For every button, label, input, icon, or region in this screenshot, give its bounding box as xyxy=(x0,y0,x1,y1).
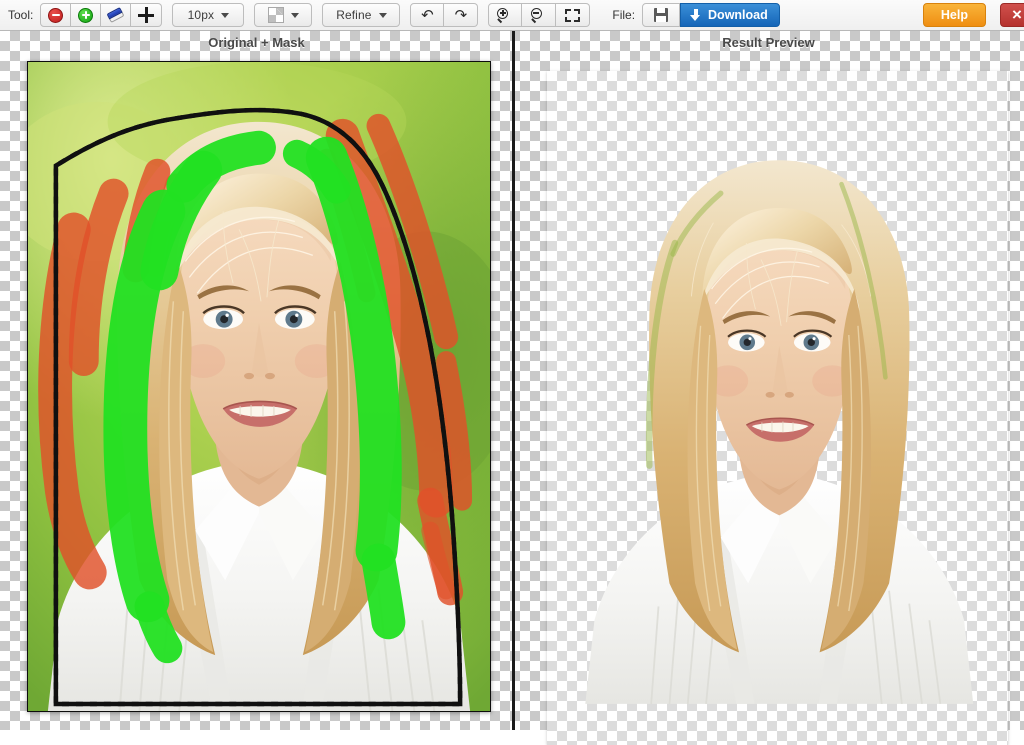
zoom-in-button[interactable] xyxy=(488,3,523,27)
undo-button[interactable]: ↶ xyxy=(410,3,445,27)
mask-overlay xyxy=(38,62,473,707)
close-button[interactable]: × xyxy=(1000,3,1024,27)
download-button[interactable]: Download xyxy=(680,3,780,27)
help-button[interactable]: Help xyxy=(922,3,986,27)
fit-to-screen-icon xyxy=(565,8,581,22)
eraser-icon xyxy=(106,7,125,23)
include-brush-button[interactable] xyxy=(71,3,102,27)
zoom-out-button[interactable] xyxy=(522,3,557,27)
redo-button[interactable]: ↷ xyxy=(444,3,479,27)
chevron-down-icon xyxy=(221,12,230,18)
result-preview-canvas[interactable] xyxy=(547,71,1008,745)
history-button-group: ↶ ↷ xyxy=(410,3,479,27)
left-panel-title: Original + Mask xyxy=(208,35,305,50)
checkerboard-icon xyxy=(267,7,284,23)
result-photo xyxy=(585,160,974,705)
floppy-disk-icon xyxy=(654,8,669,22)
download-arrow-icon xyxy=(690,8,701,22)
fit-to-screen-button[interactable] xyxy=(556,3,591,27)
background-mode-dropdown[interactable] xyxy=(254,3,313,27)
chevron-down-icon xyxy=(290,12,299,18)
file-button-group: Download xyxy=(642,3,780,27)
brush-size-dropdown[interactable]: 10px xyxy=(172,3,245,27)
zoom-in-icon xyxy=(497,7,513,24)
toolbar: Tool: 10px Refine ↶ ↷ File: Download Hel… xyxy=(0,0,1024,31)
move-tool-button[interactable] xyxy=(131,3,163,27)
help-label: Help xyxy=(940,8,968,22)
chevron-down-icon xyxy=(378,12,387,18)
eraser-button[interactable] xyxy=(101,3,132,27)
original-mask-canvas[interactable] xyxy=(27,61,491,712)
plus-circle-icon xyxy=(78,7,94,23)
download-label: Download xyxy=(708,8,768,22)
panel-divider xyxy=(512,31,515,730)
tool-label: Tool: xyxy=(8,8,34,22)
move-icon xyxy=(138,7,155,23)
save-button[interactable] xyxy=(642,3,681,27)
minus-circle-icon xyxy=(48,7,64,23)
tool-button-group xyxy=(40,3,163,27)
refine-label: Refine xyxy=(336,8,372,22)
brush-size-value: 10px xyxy=(187,8,215,22)
file-label: File: xyxy=(612,8,636,22)
redo-icon: ↷ xyxy=(454,6,468,24)
undo-icon: ↶ xyxy=(421,6,434,24)
workspace: Original + Mask Result Preview xyxy=(0,31,1024,745)
exclude-brush-button[interactable] xyxy=(40,3,72,27)
refine-dropdown[interactable]: Refine xyxy=(322,3,401,27)
zoom-out-icon xyxy=(530,7,547,24)
zoom-button-group xyxy=(488,3,591,27)
right-panel-title: Result Preview xyxy=(722,35,815,50)
close-icon: × xyxy=(1012,5,1022,24)
